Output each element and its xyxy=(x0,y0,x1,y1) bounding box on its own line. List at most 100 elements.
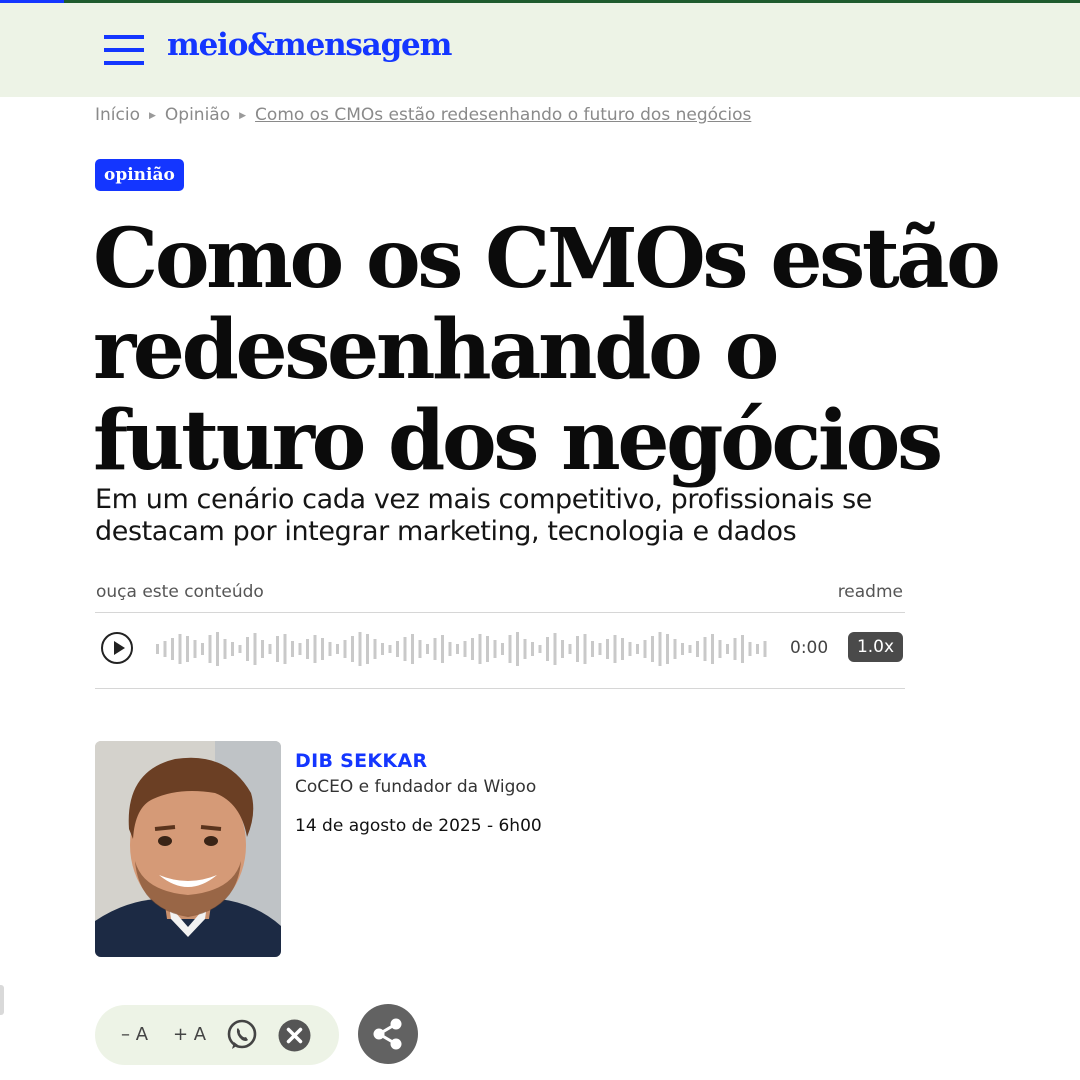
waveform-bar xyxy=(756,644,759,654)
waveform-bar xyxy=(456,644,459,654)
waveform-bar xyxy=(621,638,624,660)
hamburger-menu-icon[interactable] xyxy=(104,33,146,67)
close-icon[interactable] xyxy=(278,1019,311,1057)
waveform-bar xyxy=(553,633,557,665)
waveform-bar xyxy=(688,645,692,653)
waveform-bar xyxy=(531,642,534,656)
waveform-bar xyxy=(433,638,437,660)
waveform-bar xyxy=(598,643,602,655)
waveform-bar xyxy=(246,637,249,661)
publish-date: 14 de agosto de 2025 - 6h00 xyxy=(295,816,542,836)
audio-divider-bottom xyxy=(95,688,905,689)
article-headline: Como os CMOs estão redesenhando o futuro… xyxy=(93,211,1001,489)
waveform-bar xyxy=(253,633,257,665)
waveform-bar xyxy=(343,640,347,658)
waveform-bar xyxy=(748,642,752,656)
waveform-bar xyxy=(568,644,572,654)
waveform-bar xyxy=(238,645,242,653)
breadcrumb: Início ▶ Opinião ▶ Como os CMOs estão redese… xyxy=(95,105,751,125)
waveform-bar xyxy=(591,641,594,657)
waveform-bar xyxy=(726,644,729,654)
waveform-bar xyxy=(501,643,504,655)
audio-brand[interactable]: readme xyxy=(838,582,903,602)
waveform-bar xyxy=(283,634,287,664)
waveform-bar xyxy=(216,632,219,666)
audio-player: ouça este conteúdo readme 0:00 1.0x xyxy=(95,580,905,690)
audio-label: ouça este conteúdo xyxy=(96,582,264,602)
waveform-bar xyxy=(523,639,527,659)
waveform-bar xyxy=(418,640,422,658)
waveform-bar xyxy=(366,634,369,664)
waveform-bar xyxy=(388,645,392,653)
waveform-bar xyxy=(681,643,684,655)
waveform-bar xyxy=(163,641,167,657)
whatsapp-icon[interactable] xyxy=(225,1018,259,1057)
waveform-bar xyxy=(696,641,699,657)
waveform-bar xyxy=(171,638,174,660)
waveform-bar xyxy=(516,632,519,666)
waveform-bar xyxy=(561,640,564,658)
waveform-bar xyxy=(381,643,384,655)
waveform-bar xyxy=(261,640,264,658)
play-icon[interactable] xyxy=(101,632,133,664)
waveform-bar xyxy=(276,636,279,662)
site-header: meio&mensagem xyxy=(0,3,1080,97)
category-badge[interactable]: opinião xyxy=(95,159,184,191)
waveform-bar xyxy=(231,642,234,656)
waveform-bar xyxy=(741,635,744,663)
breadcrumb-separator-icon: ▶ xyxy=(239,111,247,121)
waveform-bar xyxy=(538,645,542,653)
breadcrumb-home[interactable]: Início xyxy=(95,105,140,125)
waveform-bar xyxy=(711,634,714,664)
waveform-bar xyxy=(351,636,354,662)
waveform-bar xyxy=(186,636,189,662)
waveform-bar xyxy=(478,634,482,664)
waveform-bar xyxy=(613,635,617,663)
waveform-bar xyxy=(426,644,429,654)
waveform-bar xyxy=(313,635,317,663)
author-name[interactable]: DIB SEKKAR xyxy=(295,750,427,772)
waveform-bar xyxy=(703,637,707,661)
site-logo[interactable]: meio&mensagem xyxy=(167,27,452,63)
waveform-bar xyxy=(411,634,414,664)
waveform-bar xyxy=(201,643,204,655)
waveform-bar xyxy=(463,641,467,657)
waveform-bar xyxy=(651,636,654,662)
waveform-bar xyxy=(441,635,444,663)
waveform-bar xyxy=(298,643,302,655)
playback-speed-button[interactable]: 1.0x xyxy=(848,632,903,662)
audio-waveform[interactable] xyxy=(155,630,775,668)
breadcrumb-section[interactable]: Opinião xyxy=(165,105,230,125)
waveform-bar xyxy=(208,635,212,663)
waveform-bar xyxy=(156,644,159,654)
waveform-bar xyxy=(643,640,647,658)
waveform-bar xyxy=(486,636,489,662)
author-photo xyxy=(95,741,281,957)
waveform-bar xyxy=(583,634,587,664)
author-role: CoCEO e fundador da Wigoo xyxy=(295,777,537,797)
share-icon[interactable] xyxy=(358,1004,418,1064)
waveform-bar xyxy=(493,640,497,658)
breadcrumb-current[interactable]: Como os CMOs estão redesenhando o futuro… xyxy=(255,105,751,125)
side-edge-tab[interactable] xyxy=(0,985,4,1015)
audio-time: 0:00 xyxy=(790,638,829,658)
increase-font-button[interactable]: + A xyxy=(173,1024,206,1045)
waveform-bar xyxy=(306,639,309,659)
waveform-bar xyxy=(336,644,339,654)
waveform-bar xyxy=(193,640,197,658)
waveform-bar xyxy=(358,632,362,666)
waveform-bar xyxy=(763,641,767,657)
waveform-bar xyxy=(268,644,272,654)
waveform-bar xyxy=(576,636,579,662)
waveform-bar xyxy=(448,642,452,656)
waveform-bar xyxy=(321,638,324,660)
waveform-bar xyxy=(328,642,332,656)
article-tools: – A + A xyxy=(95,1005,339,1065)
waveform-bar xyxy=(178,634,182,664)
waveform-bar xyxy=(291,641,294,657)
waveform-bar xyxy=(658,632,662,666)
audio-divider-top xyxy=(95,612,905,613)
waveform-bar xyxy=(673,639,677,659)
waveform-bar xyxy=(628,642,632,656)
decrease-font-button[interactable]: – A xyxy=(121,1024,148,1045)
